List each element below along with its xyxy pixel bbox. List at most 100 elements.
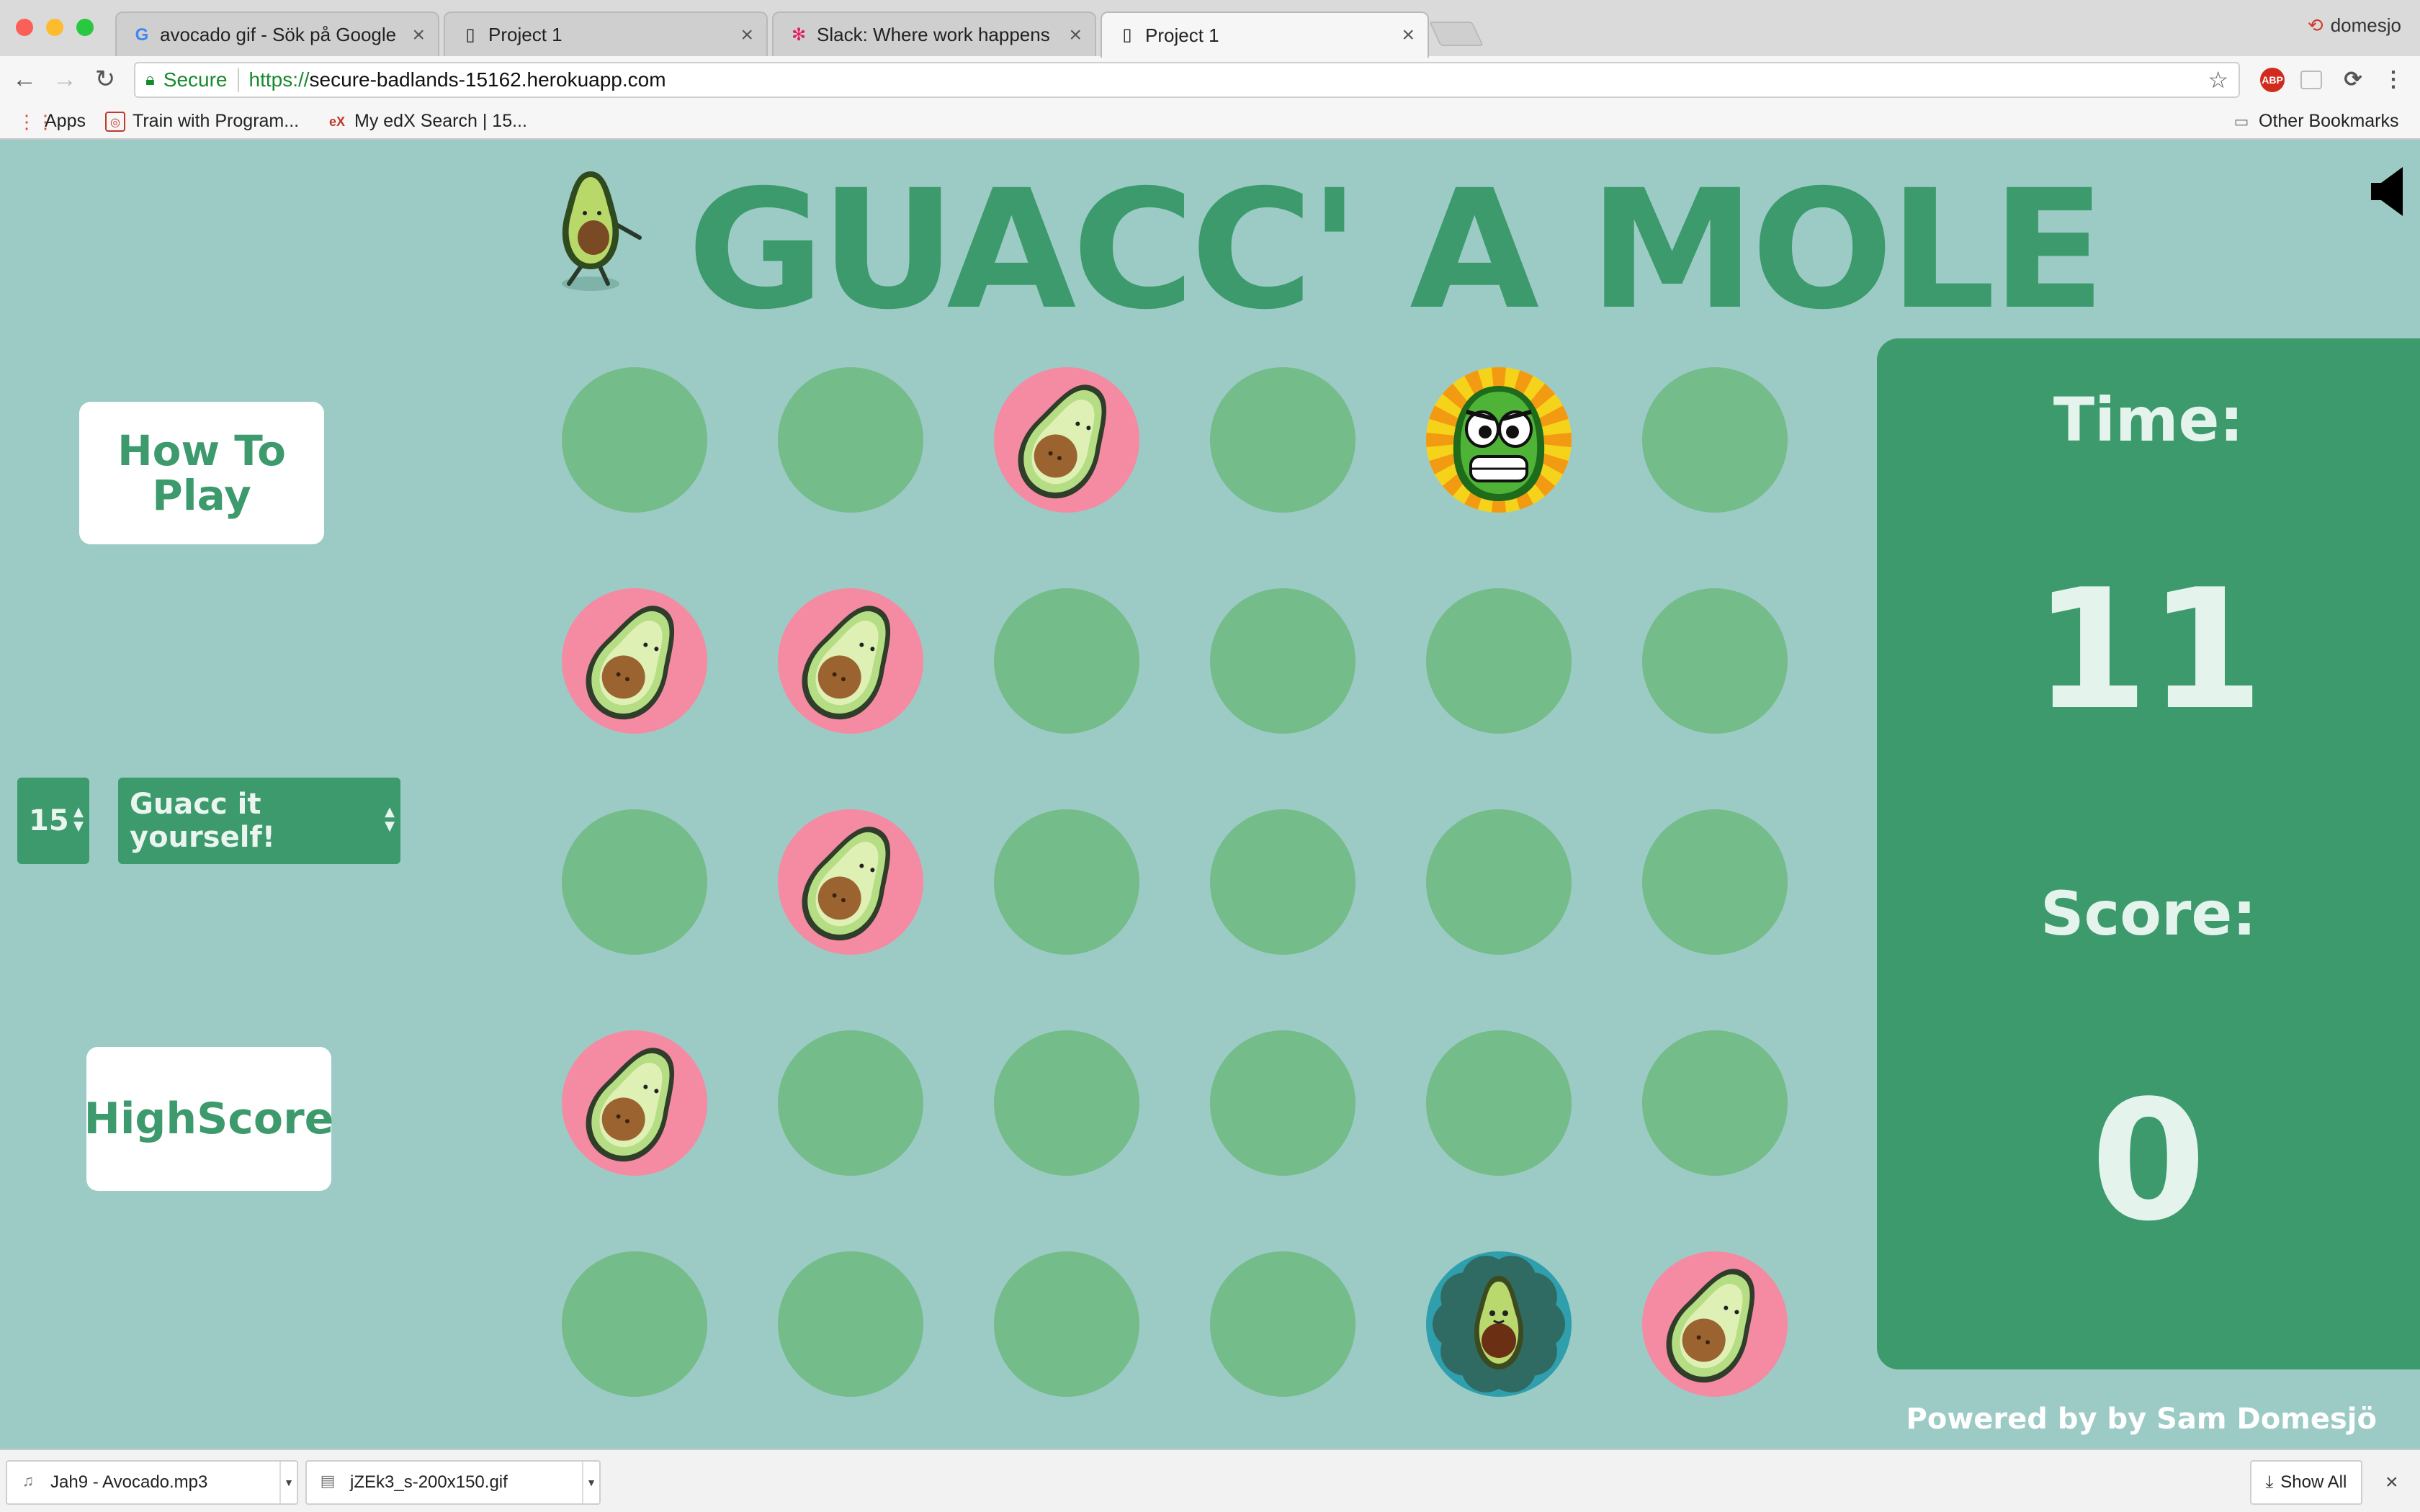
empty-hole[interactable]: [562, 367, 707, 513]
image-file-icon: ▤: [320, 1472, 336, 1490]
url-protocol: https://: [248, 68, 310, 91]
download-shelf: ♫ Jah9 - Avocado.mp3 ▼ ▤ jZEk3_s-200x150…: [0, 1449, 2420, 1512]
folder-icon: ▭: [2233, 112, 2249, 130]
bookmark-train-with-program[interactable]: ◎ Train with Program...: [105, 111, 299, 132]
empty-hole[interactable]: [1642, 588, 1788, 734]
avocado-hole[interactable]: [562, 1030, 707, 1176]
chevron-down-icon[interactable]: ▼: [582, 1462, 599, 1503]
bookmark-other-bookmarks[interactable]: ▭ Other Bookmarks: [2231, 111, 2399, 132]
slack-icon: ✻: [791, 25, 807, 45]
download-filename: jZEk3_s-200x150.gif: [350, 1472, 508, 1492]
lock-icon: 🔒︎: [145, 70, 155, 89]
empty-hole[interactable]: [562, 809, 707, 955]
empty-hole[interactable]: [778, 1030, 923, 1176]
avocado-icon: [802, 606, 891, 720]
bookmark-edx-search[interactable]: eX My edX Search | 15...: [327, 111, 527, 132]
browser-toolbar: ← → ↻ 🔒︎ Secure https://secure-badlands-…: [0, 56, 2420, 102]
avocado-hole[interactable]: [778, 588, 923, 734]
empty-hole[interactable]: [994, 588, 1139, 734]
angry-mole-icon: [1426, 367, 1572, 513]
empty-hole[interactable]: [1210, 1251, 1355, 1397]
time-select[interactable]: 15 ▲ ▼: [17, 778, 89, 864]
empty-hole[interactable]: [994, 809, 1139, 955]
mole-grid: [562, 367, 1801, 1489]
highscore-button[interactable]: HighScore: [84, 1047, 333, 1191]
divider: [237, 68, 239, 92]
tab-slack[interactable]: ✻ Slack: Where work happens ×: [772, 12, 1096, 56]
download-item[interactable]: ♫ Jah9 - Avocado.mp3 ▼: [6, 1460, 298, 1505]
empty-hole[interactable]: [1210, 1030, 1355, 1176]
avocado-hole[interactable]: [778, 809, 923, 955]
empty-hole[interactable]: [1642, 809, 1788, 955]
new-tab-button[interactable]: [1429, 22, 1484, 46]
chevron-down-icon[interactable]: ▼: [279, 1462, 297, 1503]
bookmark-label: My edX Search | 15...: [354, 111, 527, 131]
empty-hole[interactable]: [994, 1251, 1139, 1397]
empty-hole[interactable]: [778, 367, 923, 513]
score-label: Score:: [2040, 878, 2257, 949]
bonus-avocado-hole[interactable]: [1426, 1251, 1572, 1397]
profile-button[interactable]: ⟲ domesjo: [2308, 14, 2401, 37]
avocado-icon: [802, 827, 891, 941]
empty-hole[interactable]: [994, 1030, 1139, 1176]
empty-hole[interactable]: [1426, 588, 1572, 734]
close-icon[interactable]: ×: [1402, 23, 1415, 48]
bookmarks-bar: ⋮⋮ Apps ◎ Train with Program... eX My ed…: [0, 102, 2420, 140]
page-icon: ▯: [1122, 25, 1132, 45]
walking-avocado-mascot-icon: [547, 166, 648, 297]
game-page: GUACC' A MOLE How To Play 15 ▲ ▼ Guacc it…: [0, 140, 2420, 1449]
extension-icon[interactable]: [2300, 71, 2322, 89]
sync-extension-icon[interactable]: ⟳: [2341, 68, 2365, 92]
powered-by-footer: Powered by by Sam Domesjö: [1906, 1403, 2377, 1436]
select-arrows-icon: ▲ ▼: [385, 804, 395, 834]
tab-project-1[interactable]: ▯ Project 1 ×: [444, 12, 768, 56]
bookmark-apps[interactable]: ⋮⋮ Apps: [17, 111, 86, 132]
empty-hole[interactable]: [778, 1251, 923, 1397]
address-bar[interactable]: 🔒︎ Secure https://secure-badlands-15162.…: [134, 62, 2240, 98]
window-close-button[interactable]: [16, 19, 33, 36]
speaker-mute-icon[interactable]: [2371, 166, 2406, 221]
window-zoom-button[interactable]: [76, 19, 94, 36]
bookmark-label: Apps: [45, 111, 86, 131]
avocado-icon: [1666, 1269, 1755, 1383]
download-filename: Jah9 - Avocado.mp3: [50, 1472, 208, 1492]
tab-project-1-active[interactable]: ▯ Project 1 ×: [1101, 12, 1429, 58]
back-button[interactable]: ←: [9, 63, 40, 95]
empty-hole[interactable]: [1210, 367, 1355, 513]
menu-icon[interactable]: ⋮: [2381, 68, 2406, 92]
google-icon: G: [135, 25, 149, 45]
close-icon[interactable]: ×: [1069, 23, 1082, 48]
empty-hole[interactable]: [1210, 588, 1355, 734]
mode-select-value: Guacc it yourself!: [130, 788, 276, 854]
mole-hole[interactable]: [1426, 367, 1572, 513]
download-item[interactable]: ▤ jZEk3_s-200x150.gif ▼: [305, 1460, 601, 1505]
avocado-hole[interactable]: [562, 588, 707, 734]
avocado-hole[interactable]: [1642, 1251, 1788, 1397]
tab-title: Project 1: [488, 23, 563, 45]
empty-hole[interactable]: [1642, 367, 1788, 513]
profile-icon: ⟲: [2307, 14, 2323, 36]
window-minimize-button[interactable]: [46, 19, 63, 36]
empty-hole[interactable]: [1210, 809, 1355, 955]
mode-select[interactable]: Guacc it yourself! ▲ ▼: [118, 778, 400, 864]
empty-hole[interactable]: [1426, 809, 1572, 955]
close-icon[interactable]: ×: [2385, 1470, 2398, 1495]
empty-hole[interactable]: [1426, 1030, 1572, 1176]
close-icon[interactable]: ×: [740, 23, 753, 48]
reload-button[interactable]: ↻: [89, 63, 121, 95]
download-icon: ⤓: [2265, 1472, 2274, 1492]
tab-google-search[interactable]: G avocado gif - Sök på Google ×: [115, 12, 439, 56]
game-title: GUACC' A MOLE: [687, 154, 2106, 346]
avocado-icon: [586, 1048, 675, 1162]
score-value: 0: [2090, 1066, 2207, 1258]
avocado-hole[interactable]: [994, 367, 1139, 513]
close-icon[interactable]: ×: [412, 23, 425, 48]
how-to-play-button[interactable]: How To Play: [79, 402, 324, 544]
empty-hole[interactable]: [1642, 1030, 1788, 1176]
adblock-plus-icon[interactable]: ABP: [2260, 68, 2285, 92]
apps-grid-icon: ⋮⋮: [17, 110, 55, 132]
empty-hole[interactable]: [562, 1251, 707, 1397]
bookmark-star-icon[interactable]: ☆: [2208, 66, 2228, 94]
show-all-downloads-button[interactable]: ⤓ Show All: [2250, 1460, 2362, 1505]
forward-button[interactable]: →: [49, 63, 81, 95]
